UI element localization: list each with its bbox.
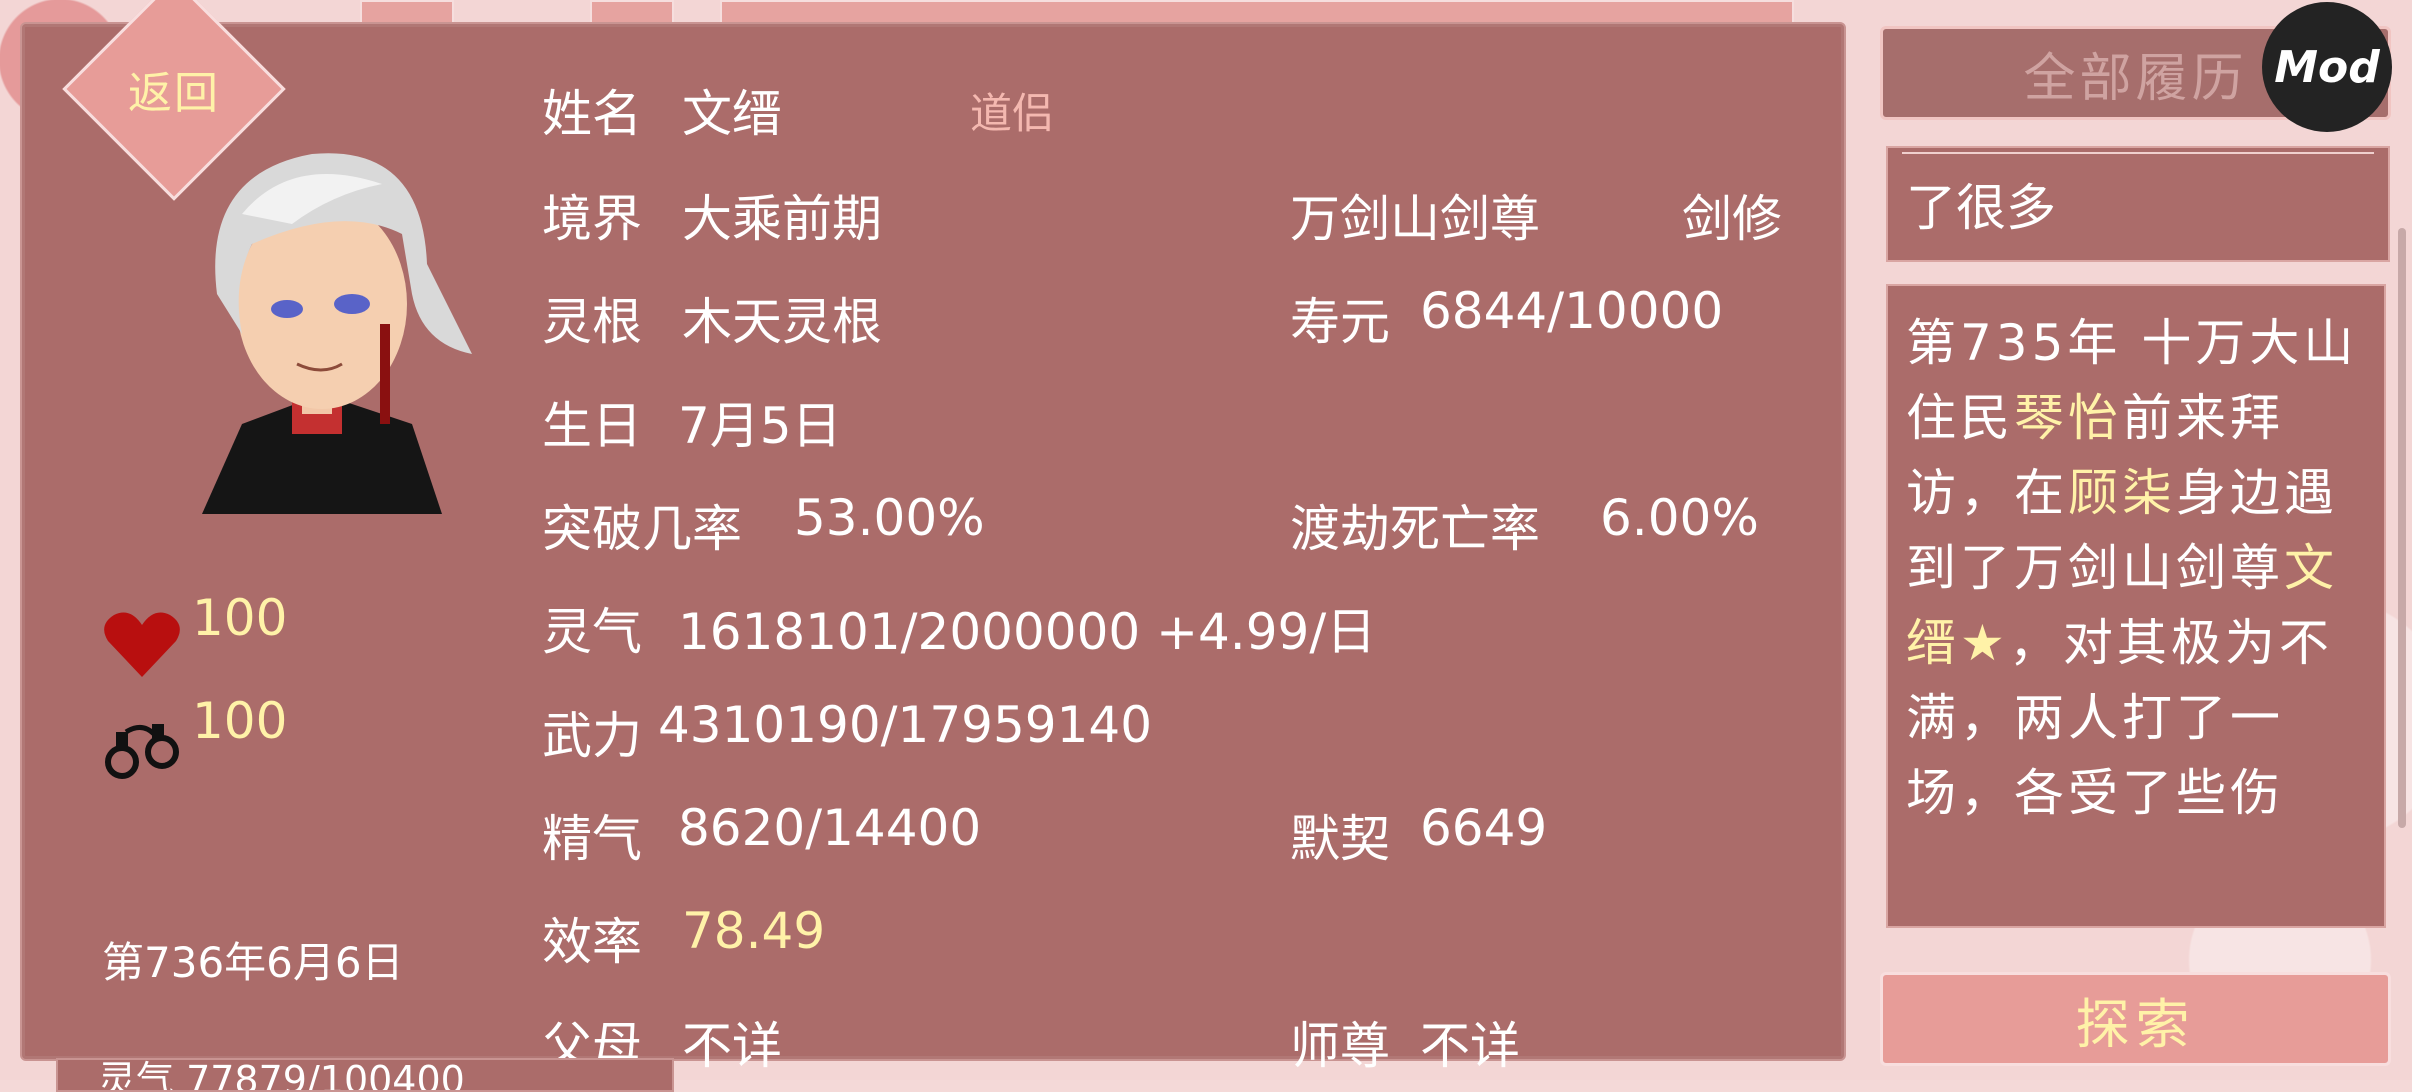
qi-label: 灵气 [542, 603, 642, 661]
heart-value: 100 [192, 589, 288, 647]
realm-label: 境界 [542, 190, 642, 248]
essence-value: 8620/14400 [678, 799, 982, 857]
force-label: 武力 [542, 707, 642, 765]
master-label: 师尊 [1290, 1017, 1390, 1075]
title-value: 万剑山剑尊 [1290, 190, 1540, 248]
root-value: 木天灵根 [682, 293, 882, 351]
history-name[interactable]: 顾柒 [2068, 464, 2176, 522]
back-button[interactable]: 返回 [95, 10, 253, 168]
master-value: 不详 [1420, 1017, 1520, 1075]
mod-button[interactable]: Mod [2262, 2, 2392, 132]
birthday-label: 生日 [542, 397, 642, 455]
name-value: 文缙 [682, 85, 782, 143]
lifespan-label: 寿元 [1290, 293, 1390, 351]
divider [1902, 152, 2374, 154]
birthday-value: 7月5日 [678, 397, 842, 455]
history-entry: 了很多 [1886, 146, 2390, 262]
profession-value: 剑修 [1682, 190, 1782, 248]
breakthrough-label: 突破几率 [542, 500, 742, 558]
history-entry: 第735年 十万大山住民琴怡前来拜访，在顾柒身边遇到了万剑山剑尊文缙★，对其极为… [1886, 284, 2386, 928]
secondary-panel-tab[interactable]: 灵气 77879/100400 [56, 1058, 674, 1092]
game-date: 第736年6月6日 [102, 938, 404, 987]
realm-value: 大乘前期 [682, 190, 882, 248]
explore-button[interactable]: 探索 [1880, 972, 2391, 1066]
breakthrough-value: 53.00% [794, 489, 985, 547]
bond-label: 默契 [1290, 810, 1390, 868]
name-label: 姓名 [542, 85, 642, 143]
history-entry-text: 了很多 [1906, 179, 2056, 237]
lifespan-value: 6844/10000 [1420, 282, 1724, 340]
efficiency-value: 78.49 [682, 902, 826, 960]
qi-value: 1618101/2000000 +4.99/日 [678, 603, 1377, 661]
tribulation-value: 6.00% [1600, 489, 1759, 547]
relation-tag: 道侣 [970, 89, 1055, 138]
bond-value: 6649 [1420, 799, 1548, 857]
essence-label: 精气 [542, 810, 642, 868]
handcuffs-icon [105, 724, 179, 779]
history-scrollbar[interactable] [2398, 228, 2406, 828]
character-panel: 100 100 第736年6月6日 姓名 文缙 道侣 境界 大乘前期 万剑山剑尊… [20, 22, 1846, 1075]
force-value: 4310190/17959140 [658, 696, 1153, 754]
efficiency-label: 效率 [542, 913, 642, 971]
root-label: 灵根 [542, 293, 642, 351]
tribulation-label: 渡劫死亡率 [1290, 500, 1540, 558]
history-name[interactable]: 琴怡 [2014, 389, 2122, 447]
parents-value: 不详 [682, 1017, 782, 1075]
heart-icon [104, 612, 180, 677]
cuff-value: 100 [192, 692, 288, 750]
